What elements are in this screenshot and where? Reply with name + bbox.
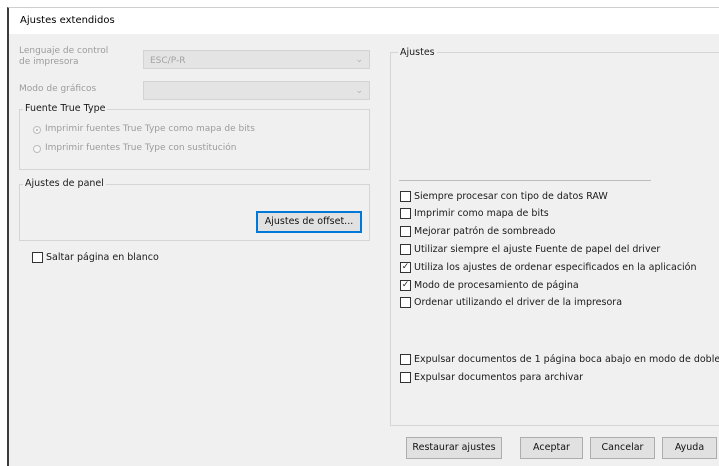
raw-datatype-label: Siempre procesar con tipo de datos RAW [414,191,608,202]
skip-blank-page-checkbox[interactable] [32,252,43,263]
help-button[interactable]: Ayuda [662,437,717,459]
extended-settings-dialog: Ajustes extendidos Lenguaje de control d… [7,7,719,466]
app-collate-label: Utiliza los ajustes de ordenar especific… [414,262,697,273]
skip-blank-page-label: Saltar página en blanco [46,252,159,263]
graphics-mode-select[interactable]: ⌄ [143,81,370,100]
printer-language-value: ESC/P-R [150,56,186,66]
shading-pattern-checkbox[interactable] [400,226,411,237]
driver-paper-source-label: Utilizar siempre el ajuste Fuente de pap… [414,244,661,255]
accept-button[interactable]: Aceptar [520,437,583,459]
printer-language-label: Lenguaje de control de impresora [19,46,109,67]
page-processing-checkbox[interactable]: ✓ [400,280,411,291]
eject-for-filing-label: Expulsar documentos para archivar [414,372,584,383]
cancel-button[interactable]: Cancelar [590,437,655,459]
page-processing-label: Modo de procesamiento de página [414,280,579,291]
truetype-substitute-radio[interactable] [33,145,41,153]
offset-settings-button[interactable]: Ajustes de offset... [256,211,362,233]
title-bar: Ajustes extendidos [9,8,719,34]
restore-settings-button[interactable]: Restaurar ajustes [406,437,502,459]
checkmark-icon: ✓ [401,262,410,272]
truetype-bitmap-radio[interactable] [33,126,41,134]
window-title: Ajustes extendidos [20,15,115,26]
truetype-group-title: Fuente True Type [23,103,108,114]
facedown-duplex-label: Expulsar documentos de 1 página boca aba… [414,354,719,365]
chevron-down-icon: ⌄ [355,55,363,65]
shading-pattern-label: Mejorar patrón de sombreado [414,226,556,237]
settings-group-title: Ajustes [398,47,437,58]
eject-for-filing-checkbox[interactable] [400,372,411,383]
settings-separator [399,180,651,181]
graphics-mode-label: Modo de gráficos [19,84,97,94]
print-as-bitmap-label: Imprimir como mapa de bits [414,208,549,219]
truetype-bitmap-label: Imprimir fuentes True Type como mapa de … [45,124,255,134]
truetype-substitute-label: Imprimir fuentes True Type con sustituci… [45,143,237,153]
driver-collate-checkbox[interactable] [400,297,411,308]
print-as-bitmap-checkbox[interactable] [400,208,411,219]
facedown-duplex-checkbox[interactable] [400,354,411,365]
truetype-group [19,109,370,170]
chevron-down-icon: ⌄ [355,86,363,96]
raw-datatype-checkbox[interactable] [400,191,411,202]
app-collate-checkbox[interactable]: ✓ [400,262,411,273]
checkmark-icon: ✓ [401,280,410,290]
settings-group [390,52,719,426]
printer-language-select[interactable]: ESC/P-R ⌄ [143,50,370,69]
driver-paper-source-checkbox[interactable] [400,244,411,255]
driver-collate-label: Ordenar utilizando el driver de la impre… [414,297,623,308]
panel-settings-title: Ajustes de panel [23,178,106,189]
